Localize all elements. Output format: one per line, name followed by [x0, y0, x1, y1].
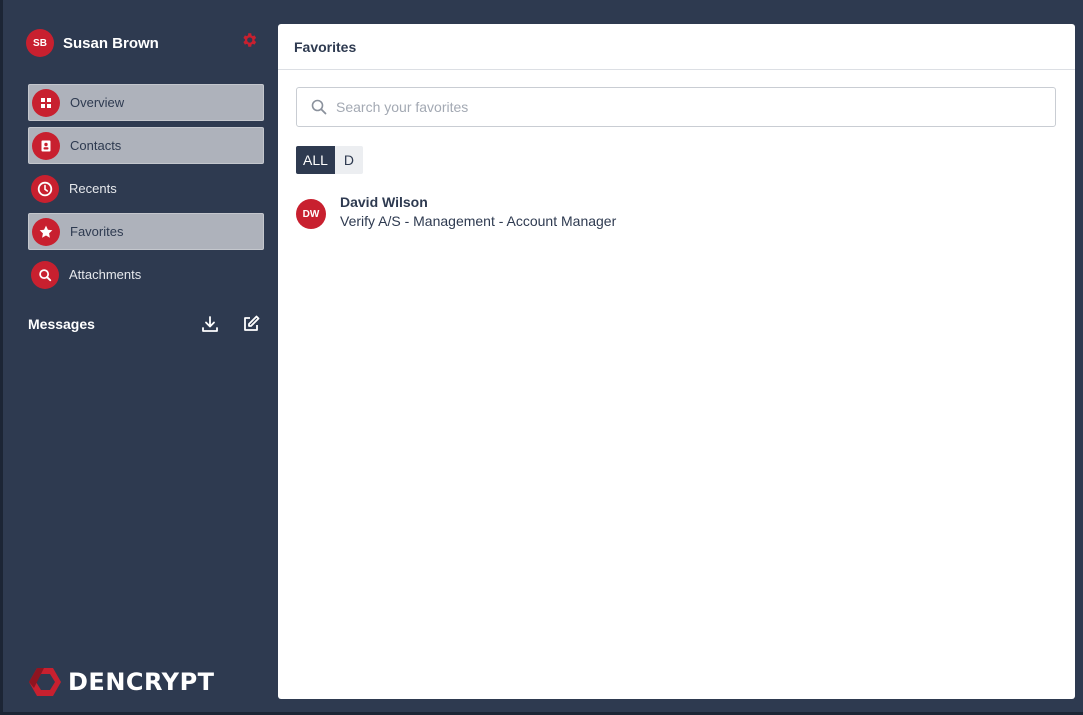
sidebar-item-label: Recents: [69, 181, 117, 196]
sidebar-item-attachments[interactable]: Attachments: [28, 256, 264, 293]
sidebar-item-label: Attachments: [69, 267, 142, 282]
search-input[interactable]: [336, 99, 1016, 115]
brand-name: DENCRYPT: [68, 668, 215, 696]
filter-d[interactable]: D: [334, 146, 363, 174]
contact-info: David Wilson Verify A/S - Management - A…: [340, 194, 616, 229]
clock-icon: [31, 174, 59, 203]
sidebar: SB Susan Brown Overview Contacts Recents…: [3, 0, 275, 712]
user-profile[interactable]: SB Susan Brown: [26, 28, 266, 58]
sidebar-nav: Overview Contacts Recents Favorites Atta…: [28, 84, 264, 299]
page-title: Favorites: [294, 38, 357, 55]
user-avatar: SB: [26, 29, 54, 57]
favorites-panel: Favorites ALL D DW David Wilson Verify A…: [278, 24, 1075, 699]
sidebar-item-label: Contacts: [70, 138, 122, 153]
search-icon: [31, 260, 59, 289]
search-icon: [311, 99, 327, 115]
messages-header: Messages: [28, 312, 266, 336]
search-box: [296, 87, 1056, 127]
contact-title: Verify A/S - Management - Account Manage…: [340, 213, 617, 229]
brand-logo: DENCRYPT: [28, 664, 215, 700]
compose-icon[interactable]: [241, 314, 261, 334]
contact-name: David Wilson: [340, 194, 428, 210]
avatar: DW: [296, 199, 326, 229]
messages-title: Messages: [28, 316, 95, 332]
user-name: Susan Brown: [63, 34, 159, 52]
sidebar-item-overview[interactable]: Overview: [28, 84, 264, 121]
sidebar-item-favorites[interactable]: Favorites: [28, 213, 264, 250]
download-icon[interactable]: [200, 314, 220, 334]
letter-filter: ALL D: [296, 146, 363, 174]
grid-icon: [32, 88, 60, 117]
star-icon: [32, 217, 60, 246]
sidebar-item-label: Favorites: [70, 224, 124, 239]
gear-icon[interactable]: [240, 31, 258, 49]
sidebar-item-recents[interactable]: Recents: [28, 170, 264, 207]
brand-mark-icon: [29, 668, 61, 696]
sidebar-item-label: Overview: [70, 95, 125, 110]
list-item[interactable]: DW David Wilson Verify A/S - Management …: [296, 194, 796, 238]
filter-all[interactable]: ALL: [296, 146, 335, 174]
app-window: SB Susan Brown Overview Contacts Recents…: [0, 0, 1083, 715]
sidebar-item-contacts[interactable]: Contacts: [28, 127, 264, 164]
panel-header: Favorites: [278, 24, 1075, 70]
contact-card-icon: [32, 131, 60, 160]
